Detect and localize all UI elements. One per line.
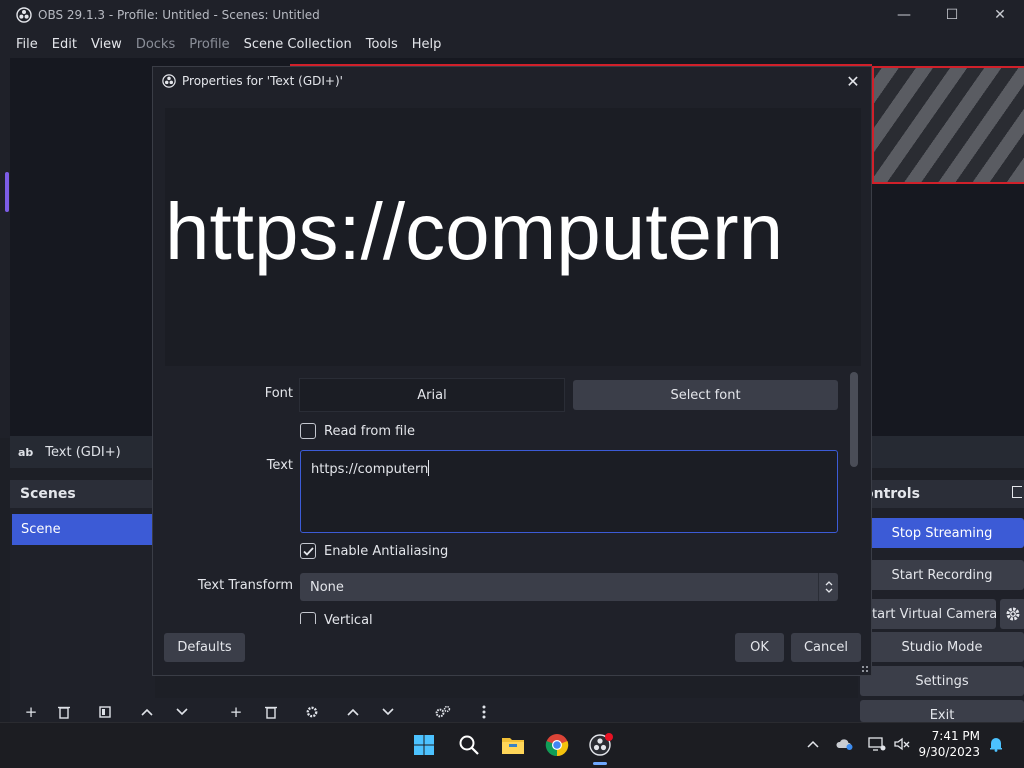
properties-scrollbar[interactable] (850, 372, 858, 467)
stop-streaming-button[interactable]: Stop Streaming (860, 518, 1024, 548)
audio-mixer-settings-icon[interactable] (434, 703, 452, 721)
remove-scene-icon[interactable] (55, 703, 73, 721)
vertical-checkbox[interactable]: Vertical (300, 612, 373, 624)
studio-mode-button[interactable]: Studio Mode (860, 632, 1024, 662)
scenes-dock-title: Scenes (10, 480, 155, 508)
maximize-button[interactable]: ☐ (928, 0, 976, 30)
move-source-down-icon[interactable] (379, 703, 397, 721)
read-from-file-label: Read from file (324, 423, 415, 439)
text-transform-label: Text Transform (197, 578, 293, 593)
menu-profile[interactable]: Profile (182, 37, 236, 52)
controls-dock-title: ontrols (864, 486, 920, 502)
antialiasing-label: Enable Antialiasing (324, 543, 449, 559)
clock-date: 9/30/2023 (918, 745, 980, 759)
cancel-button[interactable]: Cancel (791, 633, 861, 662)
menu-edit[interactable]: Edit (45, 37, 84, 52)
add-source-icon[interactable]: + (227, 703, 245, 721)
file-explorer-icon[interactable] (497, 729, 529, 761)
obs-studio-taskbar-icon[interactable] (585, 729, 617, 761)
left-edge-strip (0, 58, 10, 438)
scene-list-item[interactable]: Scene (12, 514, 152, 545)
defaults-button[interactable]: Defaults (164, 633, 245, 662)
gear-icon (1006, 607, 1020, 621)
preview-rendered-text: https://computern (165, 187, 784, 276)
move-scene-up-icon[interactable] (138, 703, 156, 721)
start-virtual-camera-button[interactable]: tart Virtual Camera (860, 599, 996, 629)
antialiasing-checkbox[interactable]: Enable Antialiasing (300, 543, 448, 559)
text-transform-select[interactable]: None (300, 573, 838, 601)
windows-start-icon[interactable] (408, 729, 440, 761)
clock-time: 7:41 PM (931, 729, 980, 743)
chrome-icon[interactable] (541, 729, 573, 761)
vertical-checkbox-clipped[interactable]: Vertical (300, 612, 420, 624)
checkbox-checked-icon (300, 543, 316, 559)
scene-filter-icon[interactable] (96, 703, 114, 721)
search-icon[interactable] (453, 729, 485, 761)
menu-help[interactable]: Help (405, 37, 449, 52)
menu-docks[interactable]: Docks (129, 37, 182, 52)
checkbox-unchecked-icon (300, 423, 316, 439)
source-properties-icon[interactable] (303, 703, 321, 721)
vertical-label: Vertical (324, 612, 373, 625)
text-transform-value: None (310, 579, 344, 595)
menu-file[interactable]: File (9, 37, 45, 52)
source-name-label: Text (GDI+) (45, 444, 121, 460)
properties-dialog: Properties for 'Text (GDI+)' ✕ https://c… (152, 66, 872, 676)
obs-logo-icon (162, 74, 176, 88)
start-recording-button[interactable]: Start Recording (860, 560, 1024, 590)
close-window-button[interactable]: ✕ (976, 0, 1024, 30)
text-input[interactable]: https://computern (300, 450, 838, 533)
window-title: OBS 29.1.3 - Profile: Untitled - Scenes:… (38, 8, 320, 22)
dialog-titlebar: Properties for 'Text (GDI+)' ✕ (153, 67, 871, 95)
chevron-up-icon[interactable] (804, 735, 822, 753)
text-label: Text (266, 458, 293, 473)
window-controls: — ☐ ✕ (880, 0, 1024, 30)
source-preview: https://computern (165, 108, 861, 366)
select-font-button[interactable]: Select font (573, 380, 838, 410)
resize-grip-icon[interactable] (861, 665, 869, 673)
read-from-file-checkbox[interactable]: Read from file (300, 423, 415, 439)
taskbar-clock[interactable]: 7:41 PM 9/30/2023 (916, 728, 980, 760)
checkbox-unchecked-icon (300, 612, 316, 624)
more-options-icon[interactable] (475, 703, 493, 721)
remove-source-icon[interactable] (262, 703, 280, 721)
active-app-indicator (593, 762, 607, 765)
menu-tools[interactable]: Tools (359, 37, 405, 52)
exit-button[interactable]: Exit (860, 700, 1024, 723)
menu-bar: File Edit View Docks Profile Scene Colle… (0, 30, 1024, 58)
minimize-button[interactable]: — (880, 0, 928, 30)
dock-handle (5, 172, 9, 212)
select-updown-icon (818, 573, 838, 601)
font-label: Font (264, 386, 293, 401)
text-source-icon: ab (18, 445, 34, 459)
menu-view[interactable]: View (84, 37, 129, 52)
selected-source-bounds[interactable] (872, 66, 1024, 184)
main-titlebar: OBS 29.1.3 - Profile: Untitled - Scenes:… (0, 0, 1024, 30)
menu-scene-collection[interactable]: Scene Collection (237, 37, 359, 52)
dock-popout-icon[interactable] (1012, 486, 1022, 498)
add-scene-icon[interactable]: + (22, 703, 40, 721)
volume-muted-icon[interactable] (893, 735, 911, 753)
network-icon[interactable] (868, 735, 886, 753)
settings-button[interactable]: Settings (860, 666, 1024, 696)
ok-button[interactable]: OK (735, 633, 784, 662)
move-source-up-icon[interactable] (344, 703, 362, 721)
obs-logo-icon (16, 7, 32, 23)
text-input-value: https://computern (311, 462, 429, 477)
controls-dock-header: ontrols (858, 480, 1024, 508)
move-scene-down-icon[interactable] (173, 703, 191, 721)
dialog-title: Properties for 'Text (GDI+)' (182, 74, 343, 88)
font-display: Arial (299, 378, 565, 412)
notification-bell-icon[interactable] (987, 735, 1005, 753)
dialog-close-button[interactable]: ✕ (843, 71, 863, 91)
virtual-camera-settings-button[interactable] (1000, 599, 1024, 629)
text-caret (428, 460, 430, 476)
onedrive-icon[interactable] (836, 735, 854, 753)
